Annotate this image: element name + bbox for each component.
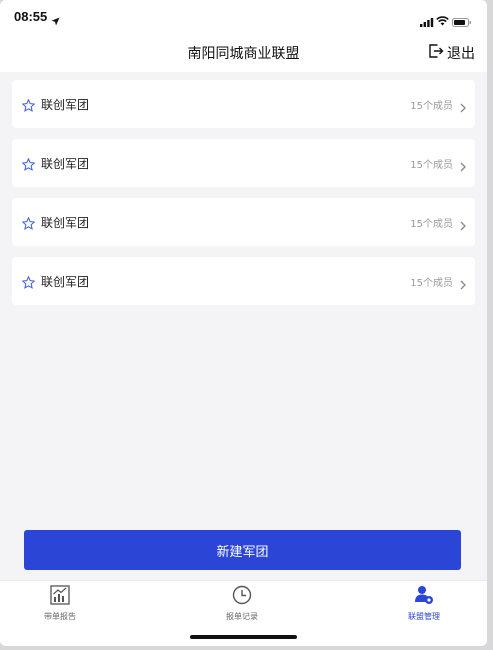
page-title: 南阳同城商业联盟 bbox=[187, 46, 300, 62]
status-bar: 08:55 bbox=[0, 0, 487, 34]
tab-records[interactable]: 报单记录 bbox=[202, 585, 282, 623]
clock-icon bbox=[232, 585, 252, 609]
chevron-right-icon bbox=[460, 98, 466, 117]
list-item[interactable]: 联创军团 15个成员 bbox=[12, 257, 475, 305]
tab-label: 带单报告 bbox=[44, 612, 76, 621]
user-settings-icon bbox=[414, 585, 434, 609]
signal-icon bbox=[420, 12, 434, 31]
member-count: 15个成员 bbox=[410, 219, 453, 230]
group-name: 联创军团 bbox=[41, 216, 90, 230]
home-indicator[interactable] bbox=[190, 635, 297, 639]
logout-label: 退出 bbox=[447, 46, 475, 62]
create-group-button[interactable]: 新建军团 bbox=[24, 530, 461, 570]
chevron-right-icon bbox=[460, 157, 466, 176]
phone-screen: 08:55 南阳同城商业联盟 退出 联创军团 15个成员 联创军团 15个成员 … bbox=[0, 0, 487, 646]
tab-report[interactable]: 带单报告 bbox=[20, 585, 100, 623]
wifi-icon bbox=[436, 11, 449, 30]
group-name: 联创军团 bbox=[41, 98, 90, 112]
location-arrow-icon bbox=[51, 11, 60, 30]
nav-bar: 南阳同城商业联盟 退出 bbox=[0, 34, 487, 72]
tab-label: 联盟管理 bbox=[408, 612, 440, 621]
chevron-right-icon bbox=[460, 216, 466, 235]
logout-icon bbox=[428, 43, 444, 63]
chart-report-icon bbox=[50, 585, 70, 609]
star-icon[interactable] bbox=[21, 156, 36, 175]
list-item[interactable]: 联创军团 15个成员 bbox=[12, 139, 475, 187]
star-icon[interactable] bbox=[21, 97, 36, 116]
tab-alliance-management[interactable]: 联盟管理 bbox=[384, 585, 464, 623]
group-name: 联创军团 bbox=[41, 157, 90, 171]
status-time: 08:55 bbox=[14, 9, 48, 24]
star-icon[interactable] bbox=[21, 215, 36, 234]
group-name: 联创军团 bbox=[41, 275, 90, 289]
member-count: 15个成员 bbox=[410, 101, 453, 112]
battery-icon bbox=[452, 12, 472, 31]
star-icon[interactable] bbox=[21, 274, 36, 293]
member-count: 15个成员 bbox=[410, 278, 453, 289]
chevron-right-icon bbox=[460, 275, 466, 294]
logout-button[interactable]: 退出 bbox=[428, 42, 475, 64]
list-item[interactable]: 联创军团 15个成员 bbox=[12, 198, 475, 246]
member-count: 15个成员 bbox=[410, 160, 453, 171]
tab-label: 报单记录 bbox=[226, 612, 258, 621]
list-item[interactable]: 联创军团 15个成员 bbox=[12, 80, 475, 128]
